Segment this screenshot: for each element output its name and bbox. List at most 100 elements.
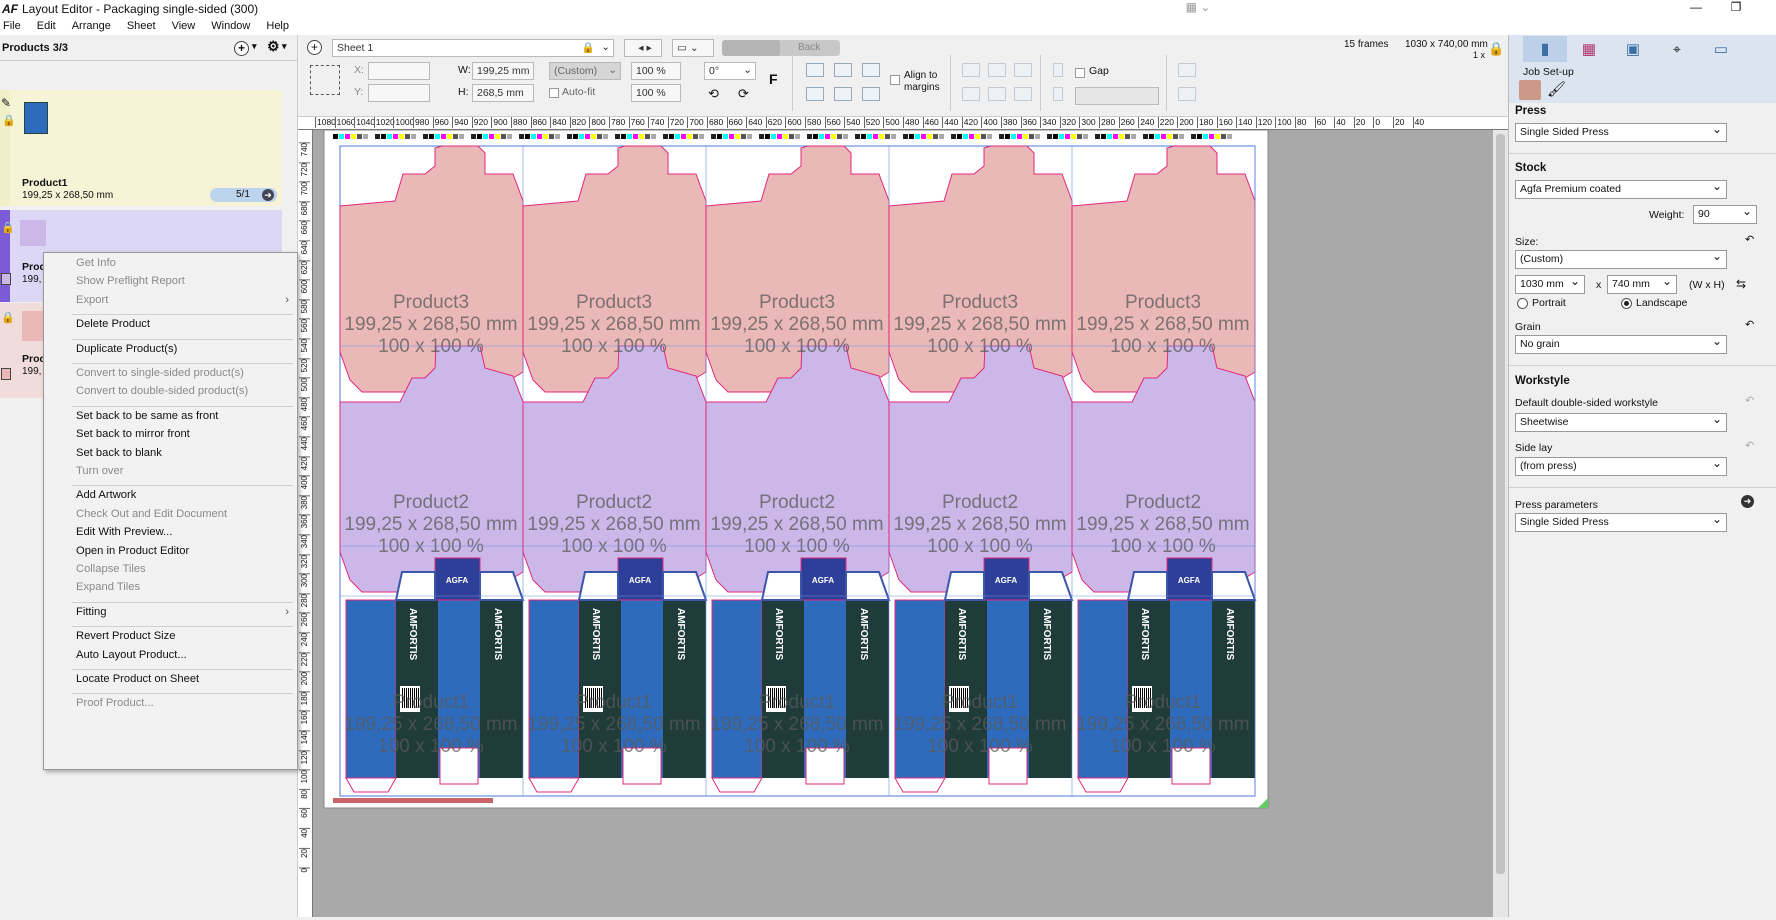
width-field[interactable]: 199,25 mm — [472, 62, 534, 80]
sheet-color-select[interactable]: ▭ ⌄ — [672, 39, 714, 57]
swap-icon[interactable]: ⇆ — [1736, 277, 1746, 291]
sheet-canvas[interactable]: AGFA AMFORTIS AMFORTIS Product3 199,25 x 268… — [313, 129, 1493, 917]
context-menu-item-edit-with-preview[interactable]: Edit With Preview... — [76, 526, 172, 538]
context-menu-item-fitting[interactable]: Fitting — [76, 606, 106, 618]
workstyle-select[interactable]: Sheetwise — [1515, 411, 1727, 432]
distribute-center-icon[interactable] — [988, 87, 1006, 101]
locate-arrow-icon[interactable]: ➜ — [262, 189, 274, 201]
gap-field[interactable] — [1075, 87, 1159, 105]
reset-workstyle-icon[interactable]: ↶ — [1745, 394, 1754, 407]
align-right-icon[interactable] — [862, 87, 880, 101]
close-button[interactable] — [1752, 0, 1776, 17]
minimize-button[interactable]: — — [1676, 0, 1716, 17]
align-center-icon[interactable] — [834, 87, 852, 101]
add-product-button[interactable]: + — [234, 41, 249, 56]
context-menu-item-locate-product-on-sheet[interactable]: Locate Product on Sheet — [76, 673, 199, 685]
flip-icon[interactable]: F — [769, 71, 778, 87]
tab-job-setup[interactable]: ▮ — [1523, 36, 1567, 62]
gap-h-icon[interactable] — [1053, 87, 1063, 101]
press-parameters-select[interactable]: Single Sided Press — [1515, 511, 1727, 532]
auto-fit-checkbox[interactable] — [549, 88, 559, 98]
lock-icon[interactable]: 🔒 — [2, 114, 16, 127]
size-preset-select[interactable]: (Custom) ⌄ — [549, 62, 621, 80]
gap-v-icon[interactable] — [1053, 63, 1063, 77]
stock-select[interactable]: Agfa Premium coated — [1515, 178, 1727, 199]
menu-window[interactable]: Window — [211, 20, 250, 32]
sheet-nav-arrows[interactable]: ◂ ▸ — [624, 39, 662, 57]
sheet-select[interactable]: Sheet 1 🔒 ⌄ — [332, 39, 614, 57]
context-menu-item-expand-tiles[interactable]: Expand Tiles — [76, 581, 140, 593]
y-field[interactable] — [368, 84, 430, 102]
context-menu-item-revert-product-size[interactable]: Revert Product Size — [76, 630, 176, 642]
context-menu-item-turn-over[interactable]: Turn over — [76, 465, 123, 477]
scale-y-field[interactable]: 100 % — [631, 84, 681, 102]
context-menu-item-show-preflight-report[interactable]: Show Preflight Report — [76, 275, 185, 287]
window-extra-icon[interactable]: ▦ ⌄ — [1168, 0, 1228, 17]
menu-arrange[interactable]: Arrange — [72, 20, 111, 32]
height-input[interactable]: 740 mm — [1607, 273, 1677, 294]
context-menu-item-export[interactable]: Export — [76, 294, 108, 306]
rotate-alt-icon[interactable]: ⟳ — [738, 86, 749, 102]
align-middle-icon[interactable] — [834, 63, 852, 77]
menu-help[interactable]: Help — [266, 20, 289, 32]
press-icon[interactable] — [1519, 80, 1541, 100]
tab-sheet[interactable]: ▭ — [1699, 36, 1743, 62]
align-top-icon[interactable] — [806, 63, 824, 77]
align-left-icon[interactable] — [806, 87, 824, 101]
brush-icon[interactable]: 🖌 — [1547, 80, 1566, 98]
lock-icon[interactable]: 🔒 — [1, 311, 15, 324]
vertical-scrollbar[interactable] — [1493, 130, 1508, 917]
width-input[interactable]: 1030 mm — [1515, 273, 1585, 294]
weight-select[interactable]: 90 — [1693, 203, 1757, 224]
align-margins-checkbox[interactable] — [890, 75, 900, 85]
rotation-select[interactable]: 0° ⌄ — [704, 62, 756, 80]
edit-icon[interactable]: ✎ — [1, 96, 11, 110]
scroll-thumb[interactable] — [1496, 134, 1505, 874]
gap-checkbox[interactable] — [1075, 68, 1085, 78]
distribute-v-icon[interactable] — [988, 63, 1006, 77]
context-menu-item-duplicate-product-s[interactable]: Duplicate Product(s) — [76, 343, 177, 355]
size-select[interactable]: (Custom) — [1515, 248, 1727, 269]
context-menu-item-auto-layout-product[interactable]: Auto Layout Product... — [76, 649, 187, 661]
reset-sidelay-icon[interactable]: ↶ — [1745, 439, 1754, 452]
gear-dropdown-icon[interactable]: ▾ — [282, 41, 287, 52]
context-menu-item-set-back-to-be-same-as-front[interactable]: Set back to be same as front — [76, 410, 218, 422]
menu-file[interactable]: File — [3, 20, 21, 32]
context-menu-item-proof-product[interactable]: Proof Product... — [76, 697, 154, 709]
add-dropdown-icon[interactable]: ▾ — [252, 41, 257, 52]
context-menu-item-check-out-and-edit-document[interactable]: Check Out and Edit Document — [76, 508, 227, 520]
context-menu-item-convert-to-single-sided-product-s[interactable]: Convert to single-sided product(s) — [76, 367, 244, 379]
menu-sheet[interactable]: Sheet — [127, 20, 156, 32]
menu-edit[interactable]: Edit — [37, 20, 56, 32]
context-menu-item-get-info[interactable]: Get Info — [76, 257, 116, 269]
distribute-right-icon[interactable] — [1014, 87, 1032, 101]
x-field[interactable] — [368, 62, 430, 80]
grain-select[interactable]: No grain — [1515, 333, 1727, 354]
front-back-toggle[interactable]: Back — [722, 40, 840, 56]
lock-icon[interactable]: 🔒 — [1, 221, 15, 234]
tab-marks[interactable]: ⌖ — [1655, 36, 1699, 62]
context-menu-item-collapse-tiles[interactable]: Collapse Tiles — [76, 563, 146, 575]
gear-icon[interactable]: ⚙ — [267, 38, 280, 55]
menu-view[interactable]: View — [172, 20, 196, 32]
grid-alt-icon[interactable] — [1178, 87, 1196, 101]
align-bottom-icon[interactable] — [862, 63, 880, 77]
context-menu-item-delete-product[interactable]: Delete Product — [76, 318, 150, 330]
height-field[interactable]: 268,5 mm — [472, 84, 534, 102]
reference-point-icon[interactable] — [310, 65, 340, 95]
add-sheet-button[interactable]: + — [307, 40, 322, 55]
distribute-icon[interactable] — [1014, 63, 1032, 77]
maximize-button[interactable]: ❐ — [1716, 0, 1756, 17]
distribute-left-icon[interactable] — [962, 87, 980, 101]
tab-products[interactable]: ▦ — [1567, 36, 1611, 62]
context-menu-item-convert-to-double-sided-product-s[interactable]: Convert to double-sided product(s) — [76, 385, 248, 397]
portrait-radio[interactable] — [1517, 298, 1528, 309]
rotate-icon[interactable]: ⟲ — [708, 86, 719, 102]
context-menu-item-add-artwork[interactable]: Add Artwork — [76, 489, 136, 501]
side-lay-select[interactable]: (from press) — [1515, 455, 1727, 476]
reset-grain-icon[interactable]: ↶ — [1745, 318, 1754, 331]
sheet-lock-icon[interactable]: 🔒 — [1488, 41, 1504, 57]
landscape-radio[interactable] — [1621, 298, 1632, 309]
press-select[interactable]: Single Sided Press — [1515, 121, 1727, 142]
tab-images[interactable]: ▣ — [1611, 36, 1655, 62]
